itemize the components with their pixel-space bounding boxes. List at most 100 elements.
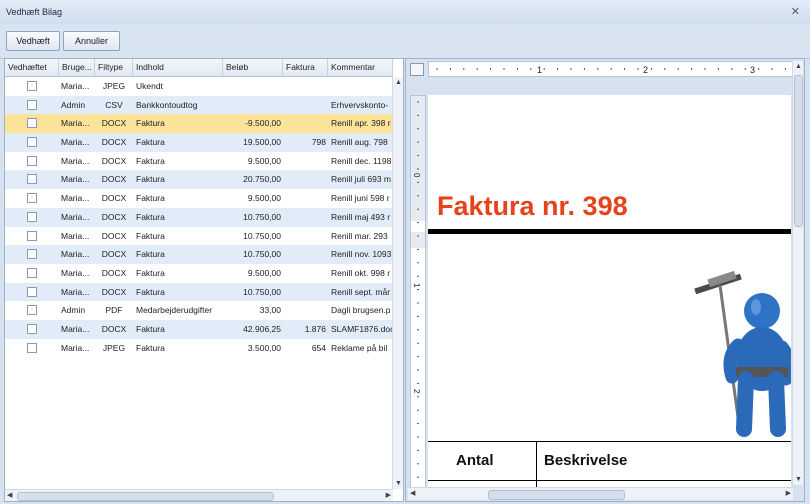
filetype-cell: CSV bbox=[105, 99, 123, 110]
ruler-number: 2 bbox=[643, 65, 648, 75]
column-header[interactable]: Bruge... bbox=[59, 59, 95, 76]
table-row[interactable]: Maria... DOCX Faktura 19.500,00 798 Renill au… bbox=[5, 133, 393, 152]
comment-cell: Renill aug. 798 bbox=[331, 137, 388, 148]
comment-cell: Renill apr. 398 r bbox=[331, 118, 391, 129]
content-cell: Ukendt bbox=[136, 81, 163, 91]
invoice-cell bbox=[283, 170, 326, 189]
scroll-down-icon[interactable]: ▼ bbox=[395, 480, 402, 487]
ruler-left-ticks: 0 1 2 bbox=[411, 96, 425, 478]
attach-checkbox[interactable] bbox=[27, 230, 37, 241]
scroll-left-icon[interactable]: ◀ bbox=[410, 489, 415, 497]
amount-cell: 10.750,00 bbox=[243, 286, 281, 297]
scroll-left-icon[interactable]: ◀ bbox=[7, 491, 12, 499]
grid-vertical-scrollbar[interactable]: ▲ ▼ bbox=[392, 77, 403, 489]
column-header[interactable]: Faktura bbox=[283, 59, 328, 76]
attach-button[interactable]: Vedhæft bbox=[6, 31, 60, 51]
table-header-beskrivelse: Beskrivelse bbox=[544, 452, 628, 469]
table-row[interactable]: Maria... DOCX Faktura 20.750,00 Renill juli … bbox=[5, 170, 393, 190]
invoice-cell bbox=[283, 152, 326, 171]
cancel-button[interactable]: Annuller bbox=[63, 31, 120, 51]
table-row[interactable]: Admin PDF Medarbejderudgifter 33,00 Dagli br… bbox=[5, 301, 393, 320]
content-cell: Faktura bbox=[136, 118, 165, 129]
filetype-cell: DOCX bbox=[101, 155, 127, 166]
comment-cell: Dagli brugsen.p bbox=[331, 305, 391, 316]
user-cell: Maria... bbox=[61, 174, 90, 185]
column-header[interactable]: Indhold bbox=[133, 59, 223, 76]
comment-cell: Renill nov. 1093 bbox=[331, 249, 392, 260]
content-cell: Faktura bbox=[136, 137, 165, 148]
attach-checkbox[interactable] bbox=[27, 286, 37, 297]
attach-checkbox[interactable] bbox=[27, 249, 37, 260]
invoice-cell: 654 bbox=[311, 342, 326, 353]
attach-checkbox[interactable] bbox=[27, 211, 37, 222]
attach-checkbox[interactable] bbox=[27, 99, 37, 110]
amount-cell: 10.750,00 bbox=[243, 211, 281, 222]
table-row[interactable]: Maria... DOCX Faktura 10.750,00 Renill mar. … bbox=[5, 227, 393, 246]
attach-checkbox[interactable] bbox=[27, 137, 37, 148]
user-cell: Maria... bbox=[61, 137, 90, 148]
attach-checkbox[interactable] bbox=[27, 174, 37, 185]
ruler-number: 1 bbox=[412, 283, 421, 288]
ruler-number: 0 bbox=[412, 173, 421, 178]
table-row[interactable]: Maria... DOCX Faktura -9.500,00 Renill apr. … bbox=[5, 114, 393, 134]
table-row[interactable]: Maria... DOCX Faktura 10.750,00 Renill nov. … bbox=[5, 245, 393, 264]
table-row[interactable]: Maria... DOCX Faktura 10.750,00 Renill maj 4… bbox=[5, 207, 393, 227]
content-cell: Faktura bbox=[136, 211, 165, 222]
table-row[interactable]: Maria... DOCX Faktura 9.500,00 Renill dec. 1… bbox=[5, 152, 393, 171]
attach-checkbox[interactable] bbox=[27, 155, 37, 166]
user-cell: Maria... bbox=[61, 323, 90, 334]
viewer-horizontal-scrollbar[interactable]: ◀ ▶ bbox=[408, 487, 793, 500]
comment-cell: SLAMF1876.doc bbox=[331, 323, 393, 334]
amount-cell: 10.750,00 bbox=[243, 230, 281, 241]
viewer-vertical-scrollbar[interactable]: ▲ ▼ bbox=[792, 61, 803, 485]
column-header[interactable]: Vedhæftet bbox=[5, 59, 59, 76]
table-row[interactable]: Maria... JPEG Ukendt bbox=[5, 77, 393, 96]
grid-horizontal-scrollbar[interactable]: ◀ ▶ bbox=[5, 489, 393, 501]
invoice-cell bbox=[283, 77, 326, 96]
scroll-right-icon[interactable]: ▶ bbox=[786, 489, 791, 497]
scroll-right-icon[interactable]: ▶ bbox=[386, 491, 391, 499]
filetype-cell: DOCX bbox=[101, 118, 127, 129]
attach-checkbox[interactable] bbox=[27, 118, 37, 129]
comment-cell: Renill dec. 1198 bbox=[331, 155, 392, 166]
column-header[interactable]: Beløb bbox=[223, 59, 283, 76]
attach-checkbox[interactable] bbox=[27, 323, 37, 334]
table-row[interactable]: Maria... DOCX Faktura 9.500,00 Renill okt. 9… bbox=[5, 264, 393, 283]
filetype-cell: DOCX bbox=[101, 230, 127, 241]
scroll-down-icon[interactable]: ▼ bbox=[795, 476, 802, 483]
attach-checkbox[interactable] bbox=[27, 193, 37, 204]
table-row[interactable]: Maria... JPEG Faktura 3.500,00 654 Reklame på… bbox=[5, 339, 393, 358]
table-row[interactable]: Maria... DOCX Faktura 10.750,00 Renill sept.… bbox=[5, 282, 393, 302]
content-cell: Faktura bbox=[136, 193, 165, 204]
vertical-ruler: 0 1 2 bbox=[410, 95, 426, 489]
column-header[interactable]: Kommentar bbox=[328, 59, 393, 76]
comment-cell: Reklame på bil bbox=[331, 342, 388, 353]
scroll-up-icon[interactable]: ▲ bbox=[395, 79, 402, 86]
attach-checkbox[interactable] bbox=[27, 305, 37, 316]
attach-checkbox[interactable] bbox=[27, 342, 37, 353]
attach-checkbox[interactable] bbox=[27, 81, 37, 91]
table-row[interactable]: Maria... DOCX Faktura 9.500,00 Renill juni 5… bbox=[5, 189, 393, 208]
comment-cell: Renill sept. mår bbox=[331, 286, 391, 297]
ruler-number: 1 bbox=[537, 65, 542, 75]
table-column-rule bbox=[536, 441, 537, 489]
table-row[interactable]: Admin CSV Bankkontoudtog Erhvervskonto- bbox=[5, 95, 393, 115]
attachments-grid: Vedhæftet Bruge... Filtype Indhold Beløb Fakt… bbox=[4, 58, 404, 502]
scroll-up-icon[interactable]: ▲ bbox=[795, 63, 802, 70]
invoice-cell: 798 bbox=[311, 137, 326, 148]
invoice-cell bbox=[283, 96, 326, 115]
invoice-cell bbox=[283, 283, 326, 302]
viewer-hscroll-thumb[interactable] bbox=[488, 490, 625, 500]
viewer-scroll-thumb[interactable] bbox=[794, 75, 803, 227]
content-cell: Faktura bbox=[136, 174, 165, 185]
filetype-cell: DOCX bbox=[101, 323, 127, 334]
attach-checkbox[interactable] bbox=[27, 267, 37, 278]
filetype-cell: DOCX bbox=[101, 249, 127, 260]
close-icon[interactable]: ✕ bbox=[791, 5, 800, 18]
table-row[interactable]: Maria... DOCX Faktura 42.906,25 1.876 SLAMF18… bbox=[5, 319, 393, 339]
grid-scroll-thumb[interactable] bbox=[17, 492, 274, 501]
amount-cell: 9.500,00 bbox=[247, 155, 281, 166]
content-cell: Faktura bbox=[136, 230, 165, 241]
tab-stop-icon[interactable] bbox=[410, 63, 424, 76]
column-header[interactable]: Filtype bbox=[95, 59, 133, 76]
